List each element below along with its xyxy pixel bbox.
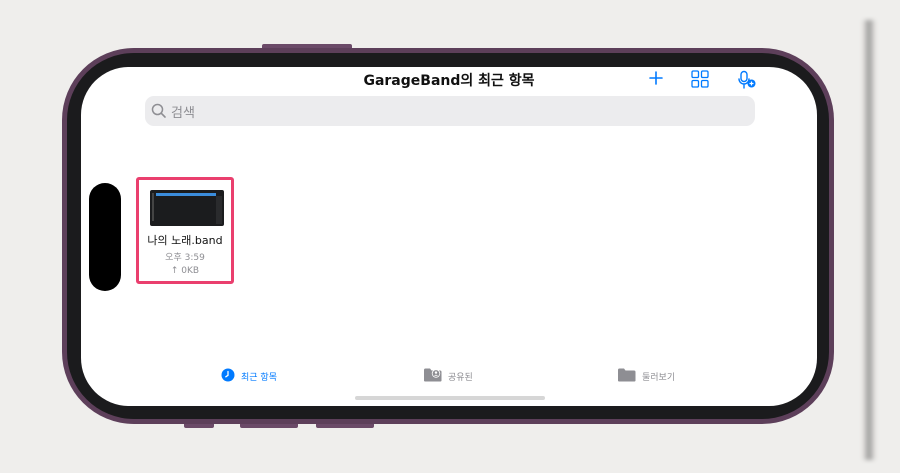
shared-folder-icon bbox=[424, 367, 442, 386]
file-item[interactable]: 나의 노래.band 오후 3:59 ↑ 0KB bbox=[136, 177, 234, 284]
app-screen: GarageBand의 최근 항목 검색 나의 노래.band 오후 3:59 … bbox=[81, 67, 817, 406]
search-input[interactable]: 검색 bbox=[145, 96, 755, 126]
search-icon bbox=[151, 103, 167, 123]
file-time: 오후 3:59 bbox=[165, 253, 205, 263]
dynamic-island bbox=[89, 183, 121, 291]
file-thumbnail bbox=[150, 190, 224, 226]
tab-recents-label: 최근 항목 bbox=[241, 372, 277, 383]
tab-shared-label: 공유된 bbox=[448, 372, 473, 383]
tab-shared[interactable]: 공유된 bbox=[424, 368, 473, 384]
home-indicator bbox=[355, 396, 545, 400]
tab-recents[interactable]: 최근 항목 bbox=[221, 368, 277, 384]
clock-icon bbox=[221, 367, 235, 386]
grid-view-icon[interactable] bbox=[691, 70, 709, 92]
search-placeholder: 검색 bbox=[171, 106, 195, 121]
microphone-add-icon[interactable] bbox=[737, 70, 757, 94]
file-name: 나의 노래.band bbox=[147, 234, 223, 247]
folder-icon bbox=[618, 367, 636, 386]
tab-browse-label: 둘러보기 bbox=[642, 372, 676, 383]
file-size: ↑ 0KB bbox=[170, 266, 200, 276]
phone-side-shadow bbox=[862, 20, 876, 460]
plus-icon[interactable] bbox=[648, 70, 664, 90]
tab-browse[interactable]: 둘러보기 bbox=[618, 368, 675, 384]
